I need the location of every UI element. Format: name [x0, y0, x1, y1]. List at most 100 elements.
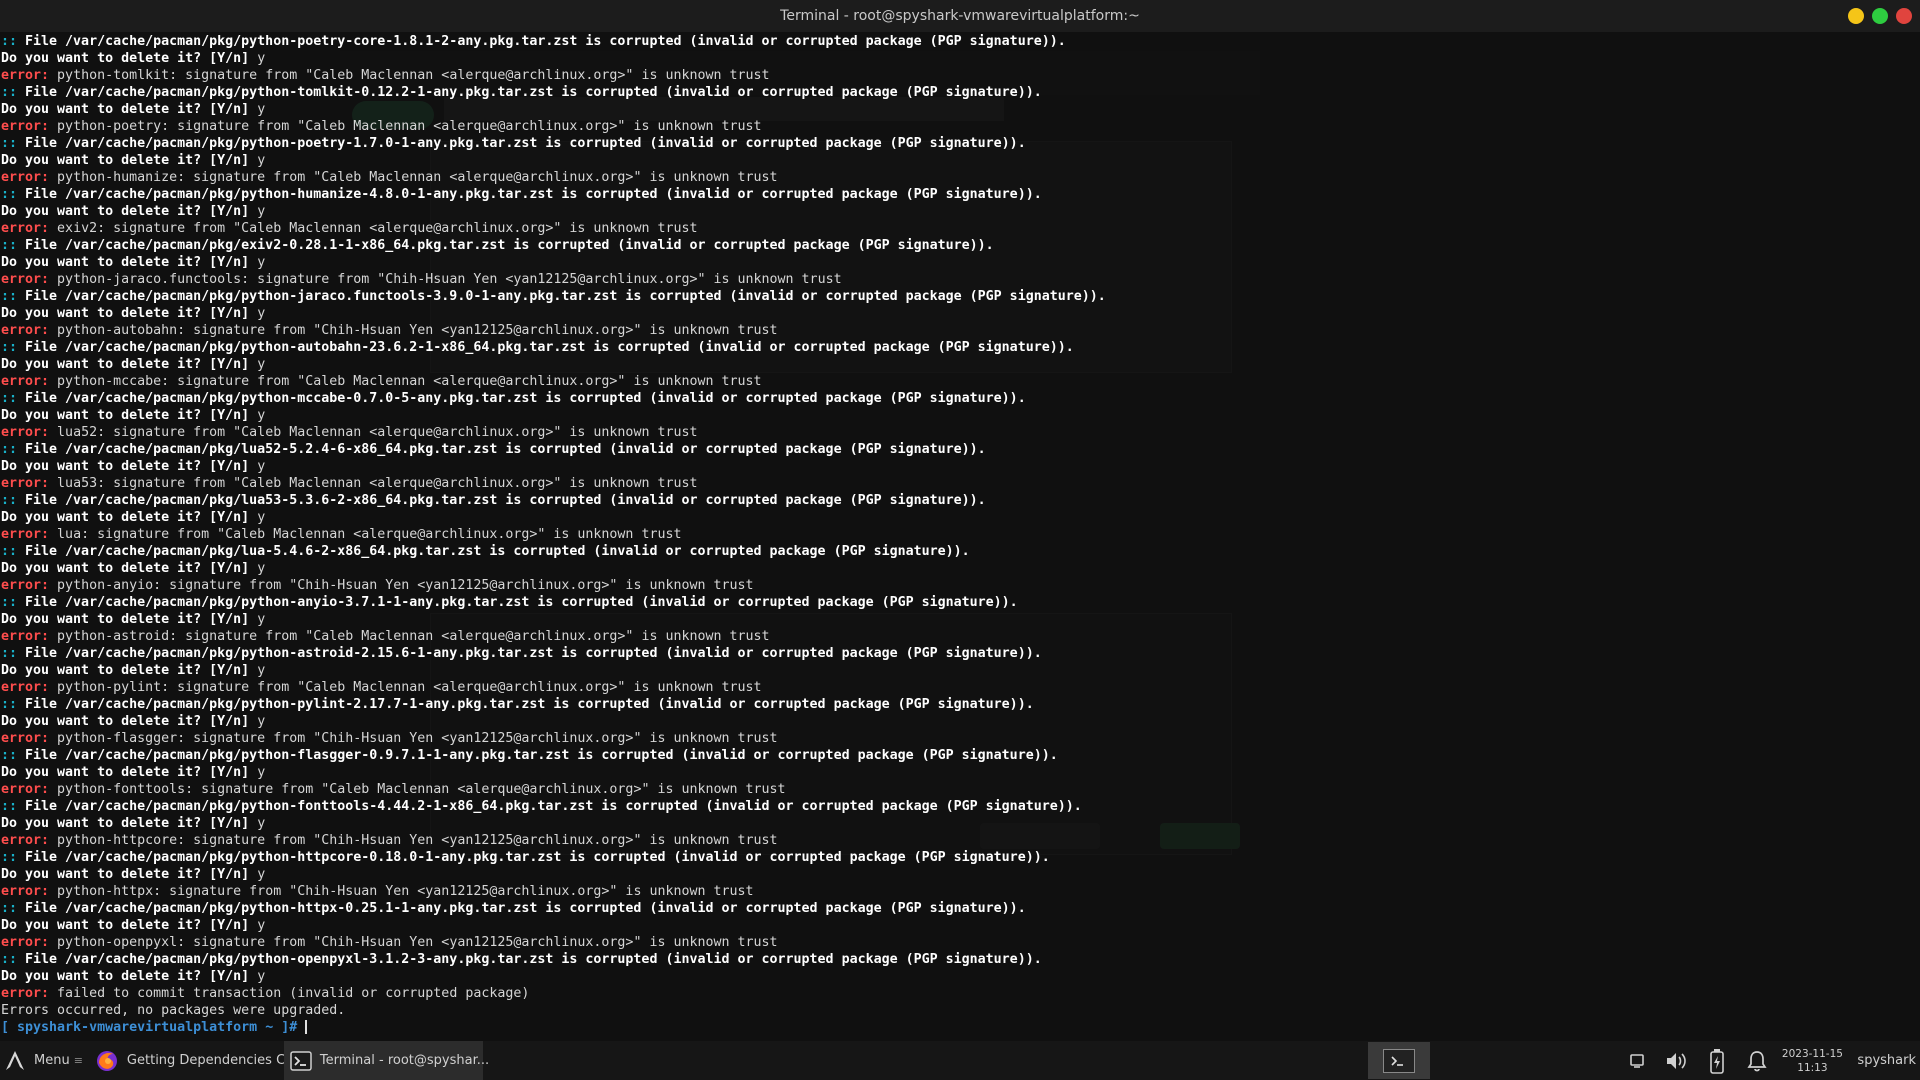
window-titlebar[interactable]: Terminal - root@spyshark-vmwarevirtualpl… — [0, 0, 1920, 32]
line-text: File /var/cache/pacman/pkg/python-anyio-… — [17, 595, 1018, 610]
terminal-line-file: :: File /var/cache/pacman/pkg/python-mcc… — [1, 390, 1916, 407]
line-text: Do you want to delete it? [Y/n] — [1, 306, 258, 321]
line-text: Do you want to delete it? [Y/n] — [1, 204, 258, 219]
error-label: error: — [1, 884, 50, 899]
display-icon[interactable] — [1617, 1041, 1657, 1080]
notification-bell-icon[interactable] — [1737, 1041, 1777, 1080]
battery-icon[interactable] — [1697, 1041, 1737, 1080]
terminal-line-prompt: Do you want to delete it? [Y/n] y — [1, 203, 1916, 220]
minimize-button[interactable] — [1848, 8, 1864, 24]
line-prefix: :: — [1, 646, 18, 661]
terminal-line-file: :: File /var/cache/pacman/pkg/python-jar… — [1, 288, 1916, 305]
terminal-line-file: :: File /var/cache/pacman/pkg/python-poe… — [1, 135, 1916, 152]
line-answer: y — [257, 102, 266, 117]
line-prefix: :: — [1, 544, 18, 559]
error-label: error: — [1, 833, 50, 848]
error-label: error: — [1, 782, 50, 797]
terminal-line-error: error: python-flasgger: signature from "… — [1, 730, 1916, 747]
volume-icon[interactable] — [1657, 1041, 1697, 1080]
line-text: File /var/cache/pacman/pkg/lua53-5.3.6-2… — [17, 493, 986, 508]
line-text: Errors occurred, no packages were upgrad… — [1, 1003, 346, 1018]
line-answer: y — [257, 357, 266, 372]
line-prefix: :: — [1, 442, 18, 457]
line-text: File /var/cache/pacman/pkg/python-httpx-… — [17, 901, 1026, 916]
terminal-line-prompt: Do you want to delete it? [Y/n] y — [1, 356, 1916, 373]
line-prefix: :: — [1, 748, 18, 763]
line-text: lua: signature from "Caleb Maclennan <al… — [49, 527, 682, 542]
workspace-pager[interactable] — [1368, 1042, 1430, 1079]
terminal-line-prompt: Do you want to delete it? [Y/n] y — [1, 305, 1916, 322]
arch-logo-icon — [4, 1050, 26, 1072]
line-text: Do you want to delete it? [Y/n] — [1, 663, 258, 678]
line-text: File /var/cache/pacman/pkg/python-humani… — [17, 187, 1042, 202]
line-prefix: :: — [1, 595, 18, 610]
terminal-line-file: :: File /var/cache/pacman/pkg/python-fon… — [1, 798, 1916, 815]
taskbar: Menu ≡ Getting Dependencies C... Termina… — [0, 1041, 1920, 1080]
line-text: python-poetry: signature from "Caleb Mac… — [49, 119, 762, 134]
error-label: error: — [1, 323, 50, 338]
line-text: python-tomlkit: signature from "Caleb Ma… — [49, 68, 770, 83]
line-answer: y — [257, 969, 266, 984]
clock-time: 11:13 — [1797, 1061, 1828, 1074]
terminal-line-prompt: Do you want to delete it? [Y/n] y — [1, 611, 1916, 628]
line-text: File /var/cache/pacman/pkg/python-poetry… — [17, 136, 1026, 151]
shell-prompt[interactable]: [ spyshark-vmwarevirtualplatform ~ ]# — [1, 1019, 1916, 1036]
clock-date: 2023-11-15 — [1781, 1047, 1843, 1060]
terminal-line-prompt: Do you want to delete it? [Y/n] y — [1, 458, 1916, 475]
user-name[interactable]: spyshark — [1857, 1053, 1916, 1068]
line-answer: y — [257, 663, 266, 678]
terminal-line-prompt: Do you want to delete it? [Y/n] y — [1, 713, 1916, 730]
terminal-line-prompt: Do you want to delete it? [Y/n] y — [1, 662, 1916, 679]
line-text: File /var/cache/pacman/pkg/lua52-5.2.4-6… — [17, 442, 986, 457]
line-text: File /var/cache/pacman/pkg/python-autoba… — [17, 340, 1074, 355]
system-tray: 2023-11-15 11:13 spyshark — [1617, 1041, 1920, 1080]
terminal-icon — [290, 1050, 312, 1071]
line-prefix: :: — [1, 391, 18, 406]
close-button[interactable] — [1896, 8, 1912, 24]
line-text: File /var/cache/pacman/pkg/python-flasgg… — [17, 748, 1058, 763]
line-prefix: :: — [1, 238, 18, 253]
line-text: File /var/cache/pacman/pkg/python-fontto… — [17, 799, 1082, 814]
taskbar-app-browser[interactable]: Getting Dependencies C... — [89, 1041, 298, 1080]
terminal-line-file: :: File /var/cache/pacman/pkg/python-fla… — [1, 747, 1916, 764]
line-answer: y — [257, 816, 266, 831]
error-label: error: — [1, 578, 50, 593]
terminal-line-file: :: File /var/cache/pacman/pkg/python-pyl… — [1, 696, 1916, 713]
taskbar-app-terminal[interactable]: Terminal - root@spyshar... — [283, 1041, 489, 1080]
text-cursor — [305, 1020, 308, 1034]
maximize-button[interactable] — [1872, 8, 1888, 24]
line-text: lua53: signature from "Caleb Maclennan <… — [49, 476, 698, 491]
terminal-line-error: error: python-astroid: signature from "C… — [1, 628, 1916, 645]
error-label: error: — [1, 731, 50, 746]
terminal-line-error: error: python-tomlkit: signature from "C… — [1, 67, 1916, 84]
line-text: exiv2: signature from "Caleb Maclennan <… — [49, 221, 698, 236]
line-text: python-flasgger: signature from "Chih-Hs… — [49, 731, 778, 746]
error-label: error: — [1, 68, 50, 83]
terminal-line-file: :: File /var/cache/pacman/pkg/lua-5.4.6-… — [1, 543, 1916, 560]
line-text: Do you want to delete it? [Y/n] — [1, 153, 258, 168]
line-prefix: :: — [1, 493, 18, 508]
menu-label: Menu — [34, 1053, 70, 1068]
clock[interactable]: 2023-11-15 11:13 — [1777, 1047, 1847, 1075]
line-text: python-astroid: signature from "Caleb Ma… — [49, 629, 770, 644]
error-label: error: — [1, 476, 50, 491]
menu-grip-icon: ≡ — [73, 1054, 83, 1067]
line-prefix: :: — [1, 34, 18, 49]
terminal-line-error: error: python-humanize: signature from "… — [1, 169, 1916, 186]
line-text: python-autobahn: signature from "Chih-Hs… — [49, 323, 778, 338]
start-menu-button[interactable]: Menu ≡ — [0, 1041, 89, 1080]
error-label: error: — [1, 935, 50, 950]
line-text: python-fonttools: signature from "Caleb … — [49, 782, 786, 797]
error-label: error: — [1, 119, 50, 134]
prompt-rest: ~ ]# — [257, 1020, 306, 1035]
line-text: File /var/cache/pacman/pkg/lua-5.4.6-2-x… — [17, 544, 970, 559]
workspace-terminal-preview-icon — [1383, 1048, 1415, 1073]
line-prefix: :: — [1, 187, 18, 202]
line-text: Do you want to delete it? [Y/n] — [1, 714, 258, 729]
line-text: File /var/cache/pacman/pkg/python-astroi… — [17, 646, 1042, 661]
terminal-output[interactable]: :: File /var/cache/pacman/pkg/python-poe… — [0, 33, 1920, 1041]
line-answer: y — [257, 612, 266, 627]
line-text: Do you want to delete it? [Y/n] — [1, 255, 258, 270]
taskbar-app-label: Getting Dependencies C... — [126, 1053, 298, 1068]
line-answer: y — [257, 765, 266, 780]
